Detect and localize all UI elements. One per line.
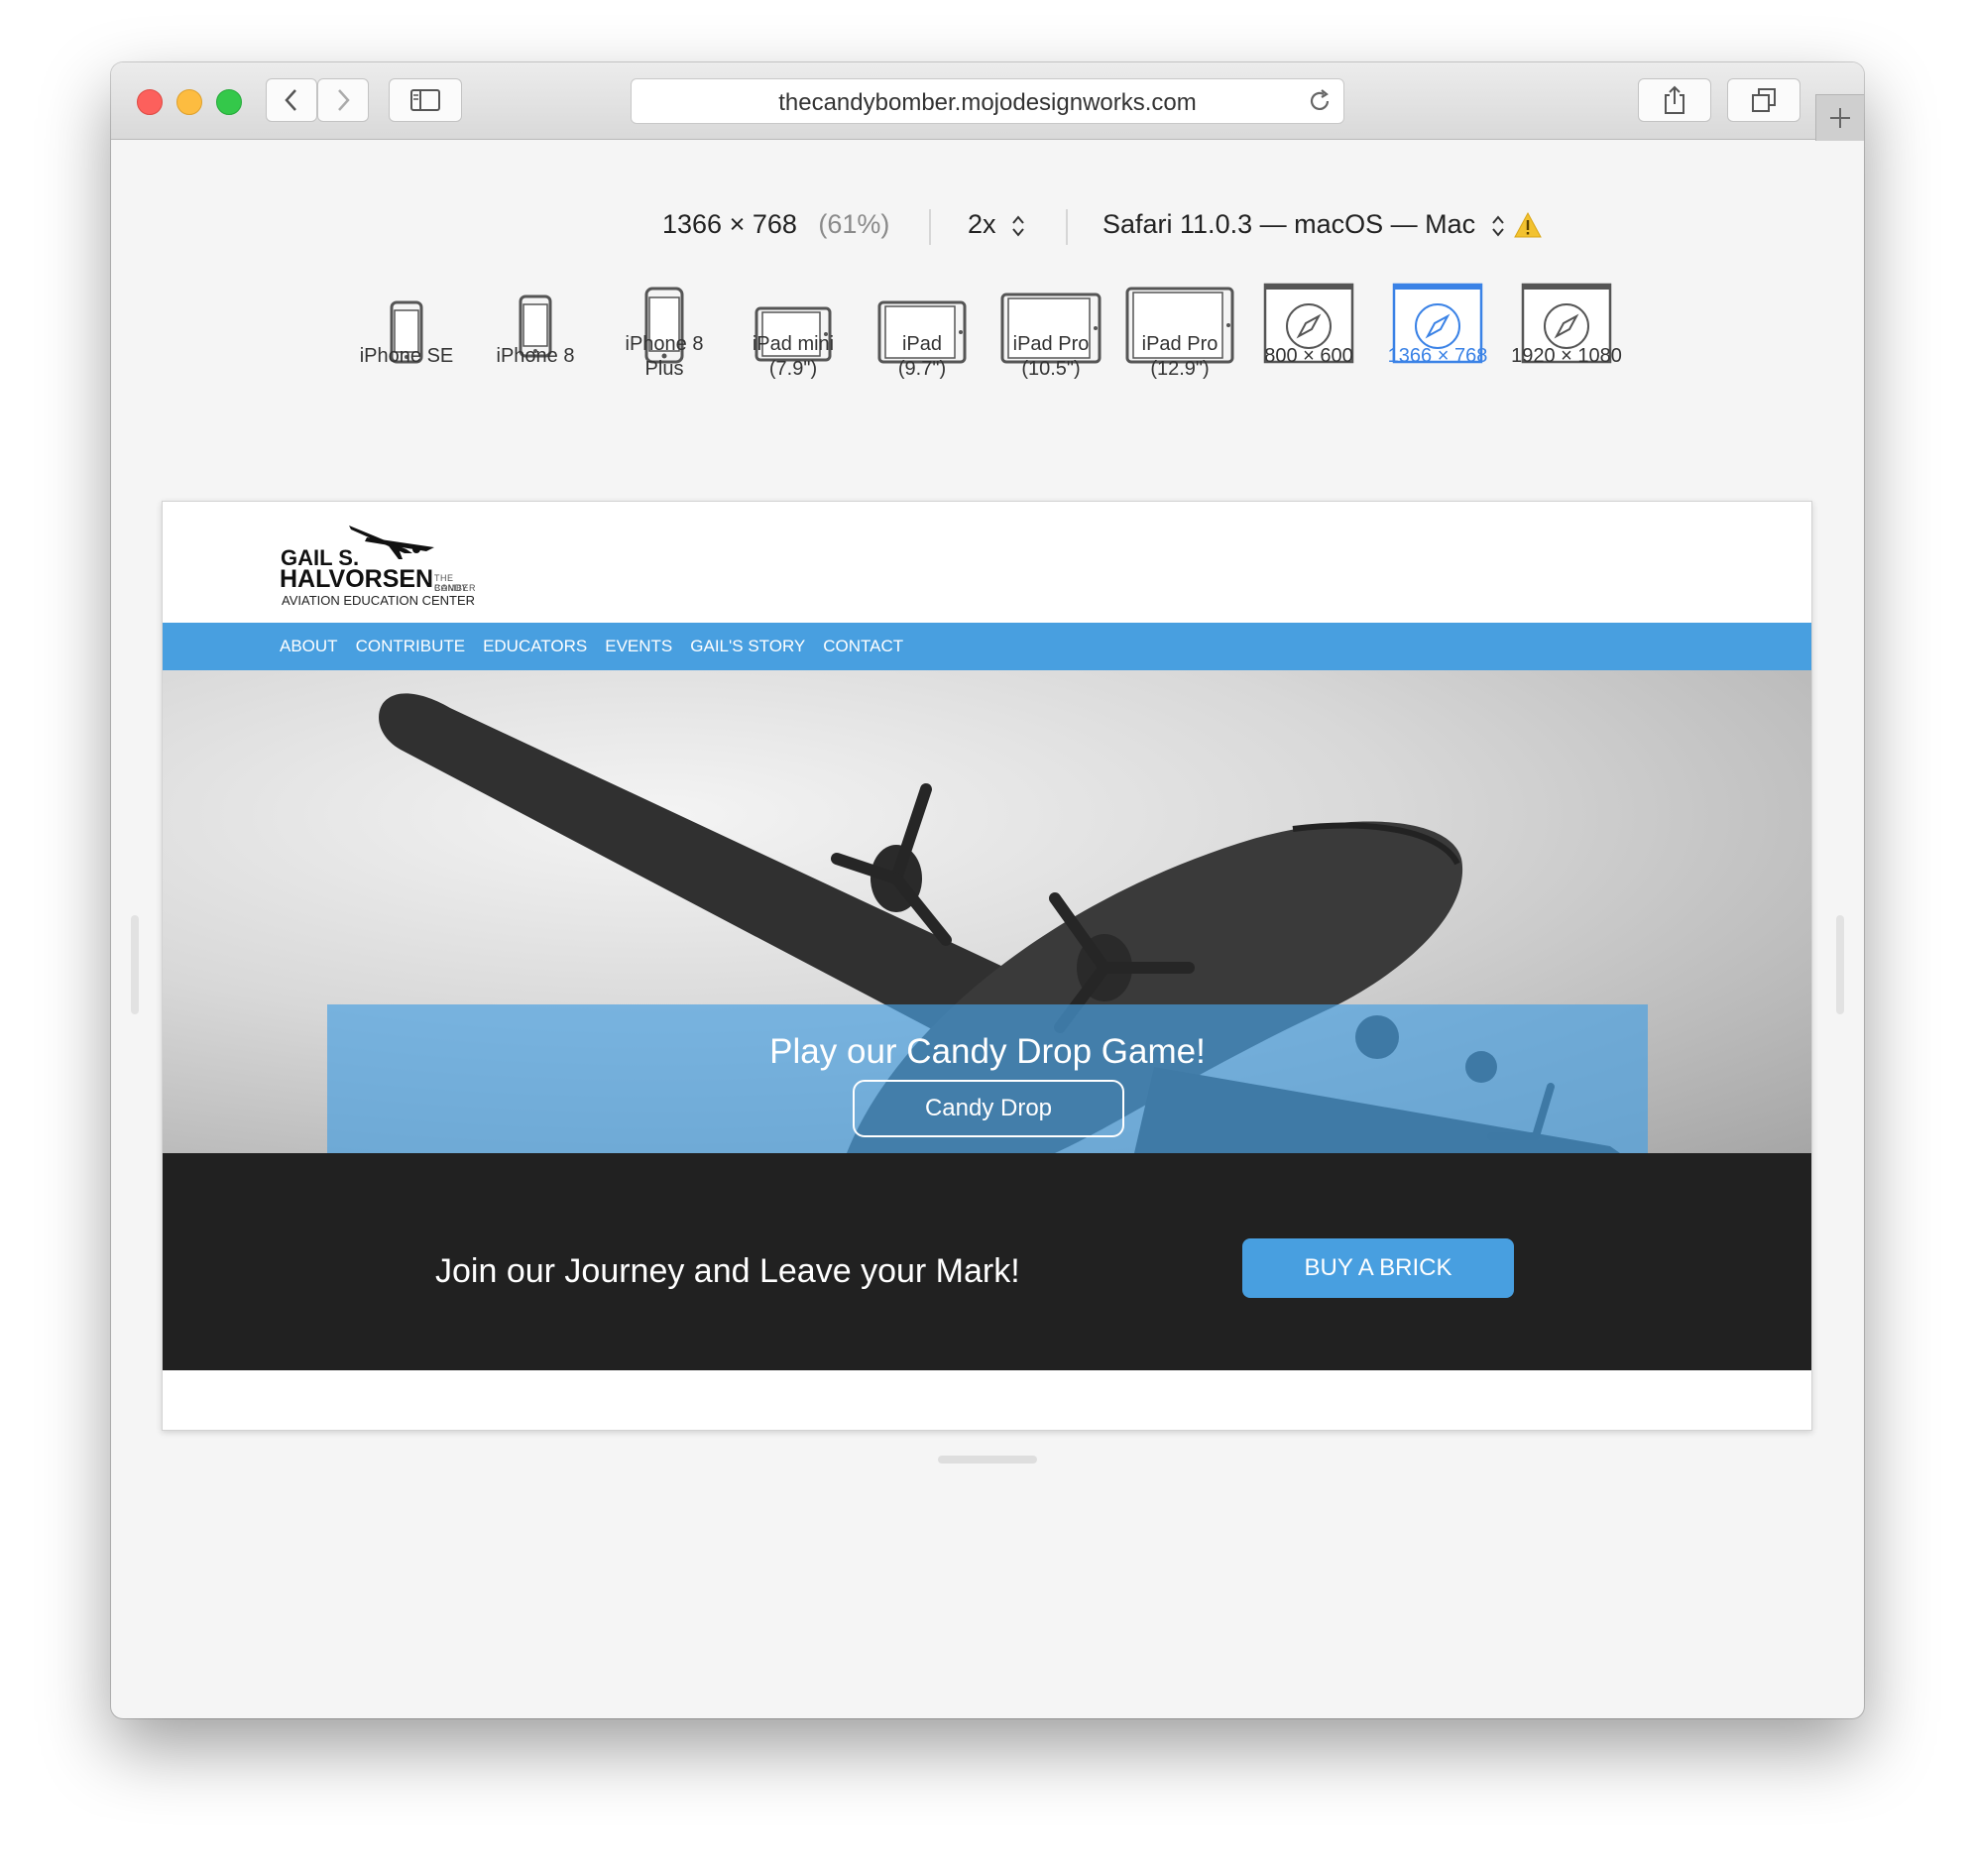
logo-sub2: BOMBER — [434, 583, 477, 593]
sidebar-button[interactable] — [389, 78, 462, 122]
hero-banner: Play our Candy Drop Game! Candy Drop — [163, 670, 1811, 1153]
device-label: iPhone 8 Plus — [625, 333, 704, 380]
promo-title: Play our Candy Drop Game! — [769, 1032, 1206, 1071]
device-label: iPad (9.7") — [897, 333, 947, 380]
zoom-window-button[interactable] — [216, 89, 242, 115]
plane-logo-icon — [349, 526, 434, 559]
device-label: 800 × 600 — [1264, 345, 1353, 367]
reload-icon[interactable] — [1306, 87, 1334, 115]
logo-line2: HALVORSEN — [280, 565, 434, 593]
updown-chevron-icon — [1491, 215, 1504, 237]
toolbar-divider — [929, 209, 931, 245]
nav-contribute[interactable]: CONTRIBUTE — [356, 637, 466, 656]
device-label: iPhone 8 — [496, 345, 575, 367]
new-tab-button[interactable] — [1815, 94, 1864, 141]
back-icon — [285, 89, 296, 111]
viewport-size: 1366 × 768 — [662, 209, 797, 239]
viewport-percent: (61%) — [818, 209, 890, 239]
device-label: iPad Pro (10.5") — [1012, 333, 1090, 380]
resize-handle-right[interactable] — [1836, 915, 1844, 1014]
scale-value: 2x — [968, 209, 996, 239]
warning-icon[interactable] — [1513, 211, 1543, 239]
close-window-button[interactable] — [137, 89, 163, 115]
share-icon — [1665, 85, 1684, 114]
browser-selector[interactable]: Safari 11.0.3 — macOS — Mac — [1103, 209, 1505, 240]
nav-educators[interactable]: EDUCATORS — [483, 637, 587, 656]
nav-about[interactable]: ABOUT — [280, 637, 338, 656]
device-label: iPad mini (7.9") — [752, 333, 835, 380]
cta-text: Join our Journey and Leave your Mark! — [435, 1252, 1020, 1290]
site-logo[interactable]: GAIL S. HALVORSEN THE CANDY BOMBER AVIAT… — [280, 520, 488, 609]
back-button[interactable] — [266, 78, 317, 122]
updown-chevron-icon — [1012, 215, 1024, 237]
cta-band: Join our Journey and Leave your Mark! BU… — [163, 1153, 1811, 1370]
nav-gails-story[interactable]: GAIL'S STORY — [690, 637, 805, 656]
candy-drop-button[interactable]: Candy Drop — [853, 1080, 1124, 1137]
sidebar-icon — [410, 89, 440, 111]
title-bar: thecandybomber.mojodesignworks.com — [111, 62, 1864, 141]
tabs-overview-button[interactable] — [1727, 78, 1800, 122]
page-footer-space — [163, 1370, 1811, 1430]
buy-a-brick-button[interactable]: BUY A BRICK — [1242, 1238, 1514, 1298]
logo-line3: AVIATION EDUCATION CENTER — [282, 593, 476, 608]
device-label: iPad Pro (12.9") — [1141, 333, 1219, 380]
address-bar[interactable]: thecandybomber.mojodesignworks.com — [631, 78, 1344, 124]
url-text: thecandybomber.mojodesignworks.com — [778, 89, 1197, 116]
viewport-dimensions: 1366 × 768 (61%) — [662, 209, 889, 240]
plus-icon — [1830, 108, 1850, 128]
device-label: 1366 × 768 — [1387, 345, 1488, 367]
game-promo-panel: Play our Candy Drop Game! Candy Drop — [327, 1004, 1648, 1153]
nav-contact[interactable]: CONTACT — [823, 637, 903, 656]
toolbar-divider — [1066, 209, 1068, 245]
responsive-toolbar: 1366 × 768 (61%) 2x Safari 11.0.3 — macO… — [111, 209, 1864, 249]
resize-handle-left[interactable] — [131, 915, 139, 1014]
browser-value: Safari 11.0.3 — macOS — Mac — [1103, 209, 1476, 239]
main-nav: ABOUT CONTRIBUTE EDUCATORS EVENTS GAIL'S… — [163, 623, 1811, 670]
device-label: iPhone SE — [359, 345, 454, 367]
site-header: GAIL S. HALVORSEN THE CANDY BOMBER AVIAT… — [163, 502, 1811, 623]
forward-icon — [338, 89, 350, 111]
browser-window: thecandybomber.mojodesignworks.com 1366 … — [111, 62, 1864, 1718]
scale-selector[interactable]: 2x — [968, 209, 1025, 240]
nav-events[interactable]: EVENTS — [605, 637, 672, 656]
minimize-window-button[interactable] — [176, 89, 202, 115]
forward-button[interactable] — [317, 78, 369, 122]
emulated-page: GAIL S. HALVORSEN THE CANDY BOMBER AVIAT… — [162, 501, 1812, 1431]
share-button[interactable] — [1638, 78, 1711, 122]
resize-handle-bottom[interactable] — [938, 1456, 1037, 1464]
tabs-icon — [1752, 88, 1776, 112]
device-label: 1920 × 1080 — [1511, 345, 1622, 367]
